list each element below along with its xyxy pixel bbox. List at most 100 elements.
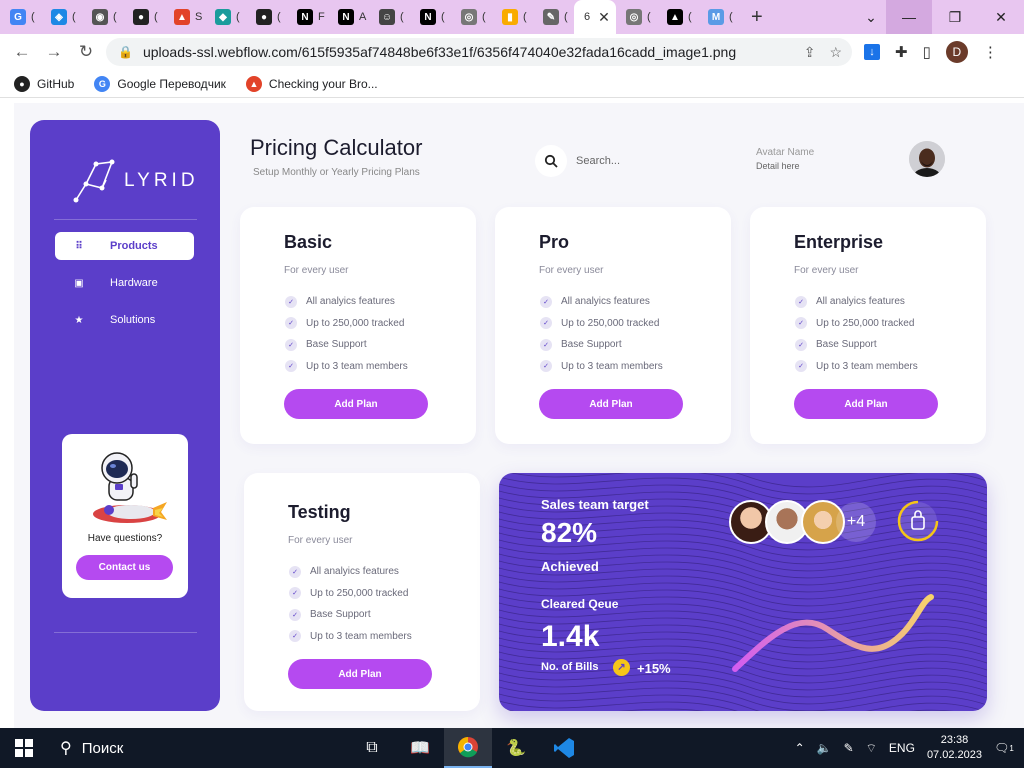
analytics-icon: ▮	[502, 9, 518, 25]
tab-title: (	[482, 11, 486, 23]
feature-text: All analyics features	[310, 566, 399, 578]
chevron-up-icon[interactable]: ⌃	[795, 741, 805, 755]
menu-icon[interactable]: ⋮	[983, 43, 998, 61]
feature-item: ✓ Base Support	[285, 334, 408, 356]
browser-tab[interactable]: ✎(	[533, 0, 574, 34]
nextjs-icon: N	[297, 9, 313, 25]
check-icon: ✓	[285, 317, 297, 330]
task-view-icon[interactable]: ⧉	[348, 728, 396, 768]
minimize-button[interactable]: —	[886, 0, 932, 34]
more-members-badge[interactable]: +4	[836, 502, 876, 542]
browser-tab[interactable]: ●(	[123, 0, 164, 34]
browser-tab[interactable]: ◎(	[616, 0, 657, 34]
contact-us-button[interactable]: Contact us	[76, 555, 173, 580]
book-app-icon[interactable]: 📖	[396, 728, 444, 768]
bookmark-item[interactable]: G Google Переводчик	[94, 75, 226, 92]
check-icon: ✓	[289, 565, 301, 578]
sidebar-item-solutions[interactable]: ★ Solutions	[55, 306, 194, 334]
add-plan-button[interactable]: Add Plan	[539, 389, 683, 419]
feature-item: ✓ Up to 250,000 tracked	[540, 313, 663, 335]
restore-button[interactable]: ❐	[932, 0, 978, 34]
tab-title: (	[441, 11, 445, 23]
logo[interactable]: LYRID	[72, 158, 199, 204]
search-input[interactable]: Search...	[576, 155, 620, 167]
feature-item: ✓ Up to 250,000 tracked	[795, 313, 918, 335]
feature-text: Up to 3 team members	[561, 360, 663, 372]
python-app-icon[interactable]: 🐍	[492, 728, 540, 768]
avatar[interactable]	[909, 141, 945, 177]
back-icon[interactable]: ←	[6, 42, 38, 62]
pen-tray-icon[interactable]: ✎	[844, 741, 854, 755]
browser-tab[interactable]: G(	[0, 0, 41, 34]
plan-card-testing: Testing For every user ✓ All analyics featu…	[244, 473, 480, 711]
volume-icon[interactable]: 🔈	[817, 741, 832, 755]
browser-tab[interactable]: ◉(	[82, 0, 123, 34]
check-icon: ✓	[285, 338, 297, 351]
language-indicator[interactable]: ENG	[889, 741, 915, 755]
nextjs-icon: N	[338, 9, 354, 25]
add-plan-button[interactable]: Add Plan	[794, 389, 938, 419]
browser-tab[interactable]: ▲(	[657, 0, 698, 34]
reload-icon[interactable]: ↻	[70, 42, 102, 62]
sidebar-item-hardware[interactable]: ▣ Hardware	[55, 269, 194, 297]
wifi-icon[interactable]: ⌔	[866, 741, 877, 756]
close-window-button[interactable]: ✕	[978, 0, 1024, 34]
feature-item: ✓ All analyics features	[285, 291, 408, 313]
browser-tab[interactable]: ◎(	[451, 0, 492, 34]
notification-icon[interactable]: 🗨 1	[994, 738, 1014, 758]
browser-tab[interactable]: M(	[698, 0, 739, 34]
vscode-taskbar-icon[interactable]	[540, 728, 588, 768]
add-plan-button[interactable]: Add Plan	[288, 659, 432, 689]
windows-start-icon[interactable]	[0, 728, 48, 768]
browser-tab[interactable]: N(	[410, 0, 451, 34]
url-field[interactable]: 🔒 uploads-ssl.webflow.com/615f5935af7484…	[106, 38, 852, 66]
download-icon[interactable]: ↓	[864, 44, 880, 60]
vscode-blue-icon: ◈	[51, 9, 67, 25]
search-icon[interactable]	[535, 145, 567, 177]
shopping-bag-icon[interactable]	[897, 500, 939, 542]
browser-tab[interactable]: ☺(	[369, 0, 410, 34]
share-icon[interactable]: ⇪	[804, 44, 816, 61]
system-tray: ⌃ 🔈 ✎ ⌔ ENG 23:38 07.02.2023 🗨 1	[795, 728, 1024, 768]
add-plan-button[interactable]: Add Plan	[284, 389, 428, 419]
chrome-taskbar-icon[interactable]	[444, 728, 492, 768]
check-icon: ✓	[540, 338, 552, 351]
tab-title: F	[318, 11, 325, 23]
browser-tab[interactable]: ◈(	[41, 0, 82, 34]
browser-tab[interactable]: ◆(	[205, 0, 246, 34]
profile-avatar[interactable]: D	[945, 41, 968, 63]
bookmark-star-icon[interactable]: ☆	[829, 44, 842, 61]
plan-name: Enterprise	[794, 232, 884, 252]
browser-tab[interactable]: NF	[287, 0, 328, 34]
chevron-down-icon[interactable]: ⌄	[856, 0, 886, 34]
user-info: Avatar Name Detail here	[756, 147, 814, 171]
help-card: Have questions? Contact us	[62, 434, 188, 598]
check-icon: ✓	[540, 360, 552, 373]
clock[interactable]: 23:38 07.02.2023	[927, 733, 982, 763]
new-tab-button[interactable]: +	[751, 6, 763, 29]
browser-tab[interactable]: ▲ S	[164, 0, 205, 34]
taskbar-search[interactable]: ⚲ Поиск	[48, 728, 348, 768]
feature-item: ✓ All analyics features	[289, 561, 412, 583]
search-bar[interactable]: Search...	[535, 145, 620, 177]
tab-title: (	[564, 11, 568, 23]
sidepanel-icon[interactable]: ▯	[923, 43, 931, 61]
feature-text: Up to 250,000 tracked	[310, 587, 409, 599]
feature-item: ✓ Up to 3 team members	[289, 626, 412, 648]
achieved-label: Achieved	[541, 559, 599, 574]
tab-title: (	[113, 11, 117, 23]
browser-tab-active[interactable]: 6 ✕	[574, 0, 616, 34]
extensions-icon[interactable]: ✚	[895, 43, 908, 61]
check-icon: ✓	[795, 295, 807, 308]
bookmark-item[interactable]: ● GitHub	[14, 75, 74, 92]
browser-tab[interactable]: ●(	[246, 0, 287, 34]
browser-tab[interactable]: ▮(	[492, 0, 533, 34]
browser-tab[interactable]: NA	[328, 0, 369, 34]
close-icon[interactable]: ✕	[598, 9, 610, 26]
forward-icon[interactable]: →	[38, 42, 70, 62]
sidebar-item-products[interactable]: ⠿ Products	[55, 232, 194, 260]
bookmark-item[interactable]: ▲ Checking your Bro...	[245, 75, 378, 92]
tab-title: (	[277, 11, 281, 23]
face-icon: ☺	[379, 9, 395, 25]
tab-title: A	[359, 11, 367, 23]
